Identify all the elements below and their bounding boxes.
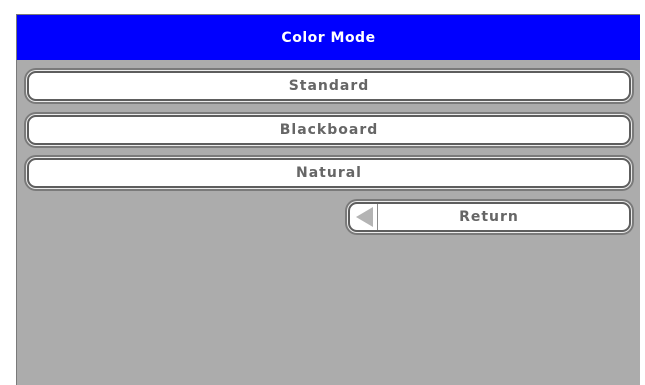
menu-title: Color Mode <box>17 15 640 60</box>
left-arrow-icon <box>356 207 373 227</box>
return-button-label: Return <box>459 209 519 225</box>
natural-button[interactable]: Natural <box>27 158 631 188</box>
color-mode-menu: Color Mode Standard Blackboard Natural R… <box>16 14 640 385</box>
standard-button[interactable]: Standard <box>27 71 631 101</box>
return-button[interactable]: Return <box>348 202 631 232</box>
standard-button-label: Standard <box>288 78 370 94</box>
natural-button-label: Natural <box>296 165 362 181</box>
blackboard-button-label: Blackboard <box>279 122 379 138</box>
blackboard-button[interactable]: Blackboard <box>27 115 631 145</box>
